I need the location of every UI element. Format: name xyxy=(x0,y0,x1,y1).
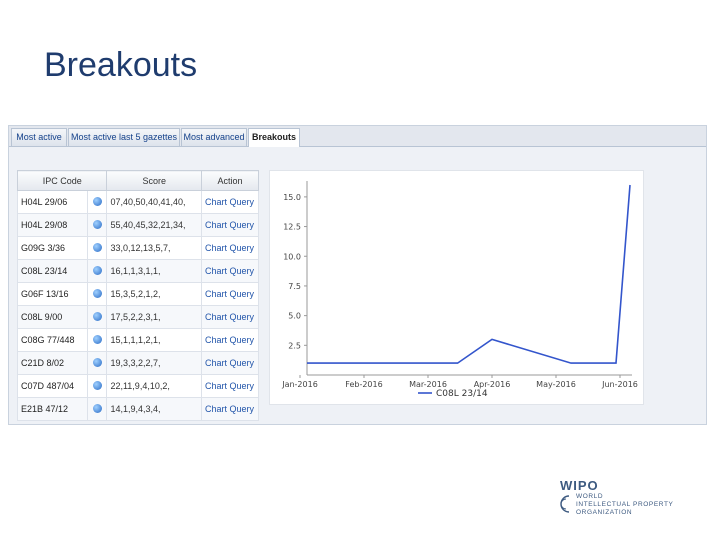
chart-query-link[interactable]: Chart Query xyxy=(201,259,259,283)
table-body: H04L 29/06 07,40,50,40,41,40, Chart Query H… xyxy=(16,190,259,421)
ipc-table: IPC Code Score Action H04L 29/06 07,40,50… xyxy=(16,170,259,421)
score-cell: 07,40,50,40,41,40, xyxy=(106,190,202,214)
table-row[interactable]: C08L 9/00 17,5,2,2,3,1, Chart Query xyxy=(16,305,259,329)
tab-bar: Most active Most active last 5 gazettes … xyxy=(9,126,706,147)
y-tick-label: 12.5 xyxy=(283,223,301,232)
score-cell: 55,40,45,32,21,34, xyxy=(106,213,202,237)
wipo-logo-line-3: ORGANIZATION xyxy=(576,509,633,516)
chart-query-link[interactable]: Chart Query xyxy=(201,305,259,329)
chart-query-link[interactable]: Chart Query xyxy=(201,236,259,260)
info-icon-cell[interactable] xyxy=(87,282,108,306)
breakouts-panel: Most active Most active last 5 gazettes … xyxy=(8,125,707,425)
wipo-logo-line-1: WORLD xyxy=(576,493,604,500)
ipc-code-cell: C08G 77/448 xyxy=(16,328,89,352)
tab-breakouts[interactable]: Breakouts xyxy=(248,128,300,147)
column-header-ipc-code[interactable]: IPC Code xyxy=(16,170,108,191)
ipc-code-cell: C21D 8/02 xyxy=(16,351,89,375)
score-cell: 15,3,5,2,1,2, xyxy=(106,282,202,306)
line-chart: 15.0 12.5 10.0 7.5 5.0 2.5 Jan-2016 Feb-2016 Mar… xyxy=(269,170,644,405)
wipo-logo: WIPO WORLD INTELLECTUAL PROPERTY ORGANIZ… xyxy=(560,478,700,518)
series-line-c08l-23-14 xyxy=(307,184,631,364)
info-icon-cell[interactable] xyxy=(87,374,108,398)
ipc-code-cell: C08L 23/14 xyxy=(16,259,89,283)
info-icon[interactable] xyxy=(92,311,102,321)
ipc-code-cell: C07D 487/04 xyxy=(16,374,89,398)
table-row[interactable]: G09G 3/36 33,0,12,13,5,7, Chart Query xyxy=(16,236,259,260)
score-cell: 14,1,9,4,3,4, xyxy=(106,397,202,421)
tab-most-active-last-5-gazettes[interactable]: Most active last 5 gazettes xyxy=(68,128,180,146)
table-row[interactable]: C21D 8/02 19,3,3,2,2,7, Chart Query xyxy=(16,351,259,375)
x-tick-label: Mar-2016 xyxy=(409,380,447,389)
info-icon-cell[interactable] xyxy=(87,236,108,260)
column-header-score[interactable]: Score xyxy=(106,170,202,191)
ipc-code-cell: E21B 47/12 xyxy=(16,397,89,421)
ipc-code-cell: G09G 3/36 xyxy=(16,236,89,260)
score-cell: 17,5,2,2,3,1, xyxy=(106,305,202,329)
info-icon-cell[interactable] xyxy=(87,351,108,375)
tab-most-active[interactable]: Most active xyxy=(11,128,67,146)
chart-svg: 15.0 12.5 10.0 7.5 5.0 2.5 Jan-2016 Feb-2016 Mar… xyxy=(281,181,638,399)
info-icon[interactable] xyxy=(92,334,102,344)
info-icon[interactable] xyxy=(92,380,102,390)
x-tick-label: Jan-2016 xyxy=(281,380,318,389)
info-icon-cell[interactable] xyxy=(87,190,108,214)
y-tick-label: 7.5 xyxy=(288,282,301,291)
slide-title: Breakouts xyxy=(44,46,198,84)
y-tick-label: 5.0 xyxy=(288,312,301,321)
chart-query-link[interactable]: Chart Query xyxy=(201,351,259,375)
info-icon[interactable] xyxy=(92,403,102,413)
table-row[interactable]: C08L 23/14 16,1,1,3,1,1, Chart Query xyxy=(16,259,259,283)
chart-query-link[interactable]: Chart Query xyxy=(201,213,259,237)
globe-icon xyxy=(560,495,570,513)
table-row[interactable]: E21B 47/12 14,1,9,4,3,4, Chart Query xyxy=(16,397,259,421)
table-row[interactable]: H04L 29/08 55,40,45,32,21,34, Chart Query xyxy=(16,213,259,237)
ipc-code-cell: G06F 13/16 xyxy=(16,282,89,306)
ipc-code-cell: H04L 29/08 xyxy=(16,213,89,237)
info-icon-cell[interactable] xyxy=(87,397,108,421)
tab-most-advanced[interactable]: Most advanced xyxy=(181,128,247,146)
column-header-action[interactable]: Action xyxy=(201,170,259,191)
info-icon-cell[interactable] xyxy=(87,328,108,352)
x-tick-label: Apr-2016 xyxy=(474,380,511,389)
info-icon[interactable] xyxy=(92,196,102,206)
x-tick-label: Feb-2016 xyxy=(345,380,382,389)
legend-label: C08L 23/14 xyxy=(436,389,488,399)
table-row[interactable]: C07D 487/04 22,11,9,4,10,2, Chart Query xyxy=(16,374,259,398)
wipo-logo-name: WIPO xyxy=(560,478,599,493)
score-cell: 33,0,12,13,5,7, xyxy=(106,236,202,260)
y-tick-label: 10.0 xyxy=(283,252,301,261)
info-icon[interactable] xyxy=(92,242,102,252)
table-row[interactable]: H04L 29/06 07,40,50,40,41,40, Chart Query xyxy=(16,190,259,214)
chart-query-link[interactable]: Chart Query xyxy=(201,282,259,306)
info-icon[interactable] xyxy=(92,265,102,275)
x-tick-label: Jun-2016 xyxy=(601,380,638,389)
score-cell: 22,11,9,4,10,2, xyxy=(106,374,202,398)
y-tick-label: 2.5 xyxy=(288,341,301,350)
info-icon-cell[interactable] xyxy=(87,213,108,237)
ipc-code-cell: C08L 9/00 xyxy=(16,305,89,329)
ipc-code-cell: H04L 29/06 xyxy=(16,190,89,214)
chart-query-link[interactable]: Chart Query xyxy=(201,328,259,352)
y-tick-label: 15.0 xyxy=(283,193,301,202)
table-header-row: IPC Code Score Action xyxy=(16,170,259,191)
x-tick-label: May-2016 xyxy=(536,380,576,389)
info-icon[interactable] xyxy=(92,357,102,367)
info-icon-cell[interactable] xyxy=(87,305,108,329)
chart-query-link[interactable]: Chart Query xyxy=(201,374,259,398)
table-row[interactable]: G06F 13/16 15,3,5,2,1,2, Chart Query xyxy=(16,282,259,306)
info-icon[interactable] xyxy=(92,288,102,298)
table-row[interactable]: C08G 77/448 15,1,1,1,2,1, Chart Query xyxy=(16,328,259,352)
info-icon-cell[interactable] xyxy=(87,259,108,283)
score-cell: 15,1,1,1,2,1, xyxy=(106,328,202,352)
chart-query-link[interactable]: Chart Query xyxy=(201,397,259,421)
wipo-logo-line-2: INTELLECTUAL PROPERTY xyxy=(576,501,674,508)
info-icon[interactable] xyxy=(92,219,102,229)
score-cell: 16,1,1,3,1,1, xyxy=(106,259,202,283)
score-cell: 19,3,3,2,2,7, xyxy=(106,351,202,375)
chart-query-link[interactable]: Chart Query xyxy=(201,190,259,214)
